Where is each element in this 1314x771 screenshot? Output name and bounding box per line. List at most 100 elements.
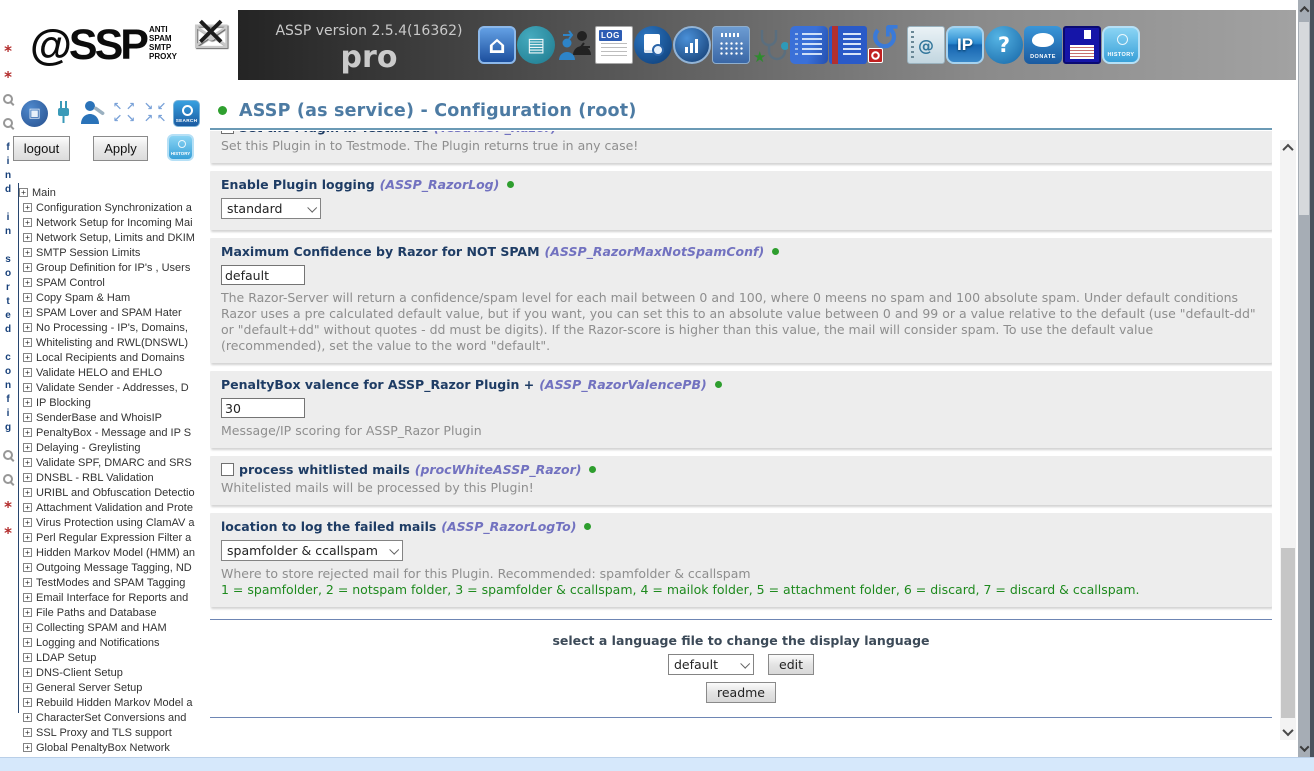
search-document-icon[interactable] xyxy=(634,26,672,64)
help-icon[interactable]: ? xyxy=(985,26,1023,64)
expand-icon[interactable] xyxy=(23,638,32,647)
sidebar-item[interactable]: Network Setup, Limits and DKIM xyxy=(19,230,210,245)
restart-icon[interactable] xyxy=(868,26,906,64)
expand-icon[interactable] xyxy=(23,698,32,707)
sidebar-item[interactable]: Validate HELO and EHLO xyxy=(19,365,210,380)
edit-button[interactable]: edit xyxy=(768,654,814,675)
sidebar-item[interactable]: LDAP Setup xyxy=(19,650,210,665)
sidebar-item[interactable]: Main xyxy=(19,185,210,200)
virtual-keyboard-icon[interactable] xyxy=(712,26,750,64)
sidebar-item[interactable]: SenderBase and WhoisIP xyxy=(19,410,210,425)
penaltybox-valence-input[interactable] xyxy=(221,398,305,418)
expand-icon[interactable] xyxy=(23,413,32,422)
sidebar-item[interactable]: Rebuild Hidden Markov Model a xyxy=(19,695,210,710)
expand-icon[interactable] xyxy=(23,593,32,602)
sidebar-item[interactable]: DNSBL - RBL Validation xyxy=(19,470,210,485)
expand-icon[interactable] xyxy=(23,518,32,527)
expand-icon[interactable] xyxy=(23,218,32,227)
expand-all-icon[interactable] xyxy=(111,101,137,127)
expand-icon[interactable] xyxy=(23,233,32,242)
sidebar-item[interactable]: IP Blocking xyxy=(19,395,210,410)
sidebar-item[interactable]: SPAM Lover and SPAM Hater xyxy=(19,305,210,320)
sidebar-item[interactable]: Configuration Synchronization a xyxy=(19,200,210,215)
sidebar-item[interactable]: Hidden Markov Model (HMM) an xyxy=(19,545,210,560)
pin-icon[interactable] xyxy=(4,498,12,510)
sidebar-item[interactable]: Virus Protection using ClamAV a xyxy=(19,515,210,530)
expand-icon[interactable] xyxy=(23,533,32,542)
ip-info-icon[interactable]: IP xyxy=(946,26,984,64)
expand-icon[interactable] xyxy=(23,608,32,617)
expand-icon[interactable] xyxy=(23,443,32,452)
testmode-checkbox[interactable] xyxy=(221,131,234,134)
process-whitelisted-checkbox[interactable] xyxy=(221,463,234,476)
sidebar-item[interactable]: Validate Sender - Addresses, D xyxy=(19,380,210,395)
readme-button[interactable]: readme xyxy=(706,682,776,703)
expand-icon[interactable] xyxy=(23,728,32,737)
log-file-icon[interactable]: LOG xyxy=(595,26,633,64)
notebook-blue-icon[interactable] xyxy=(790,26,828,64)
expand-icon[interactable] xyxy=(23,398,32,407)
scroll-up-arrow[interactable] xyxy=(1280,140,1296,156)
expand-icon[interactable] xyxy=(23,743,32,752)
magnifier-icon[interactable] xyxy=(3,450,13,460)
sidebar-item[interactable]: Delaying - Greylisting xyxy=(19,440,210,455)
expand-icon[interactable] xyxy=(23,353,32,362)
notes-icon[interactable] xyxy=(517,26,555,64)
content-scrollbar-thumb[interactable] xyxy=(1281,548,1295,718)
expand-icon[interactable] xyxy=(23,548,32,557)
pin-icon[interactable] xyxy=(4,42,12,54)
sidebar-item[interactable]: CharacterSet Conversions and xyxy=(19,710,210,725)
sidebar-item[interactable]: SSL Proxy and TLS support xyxy=(19,725,210,740)
window-scroll-up-arrow[interactable] xyxy=(1298,2,1310,16)
sidebar-item[interactable]: Global PenaltyBox Network xyxy=(19,740,210,755)
expand-icon[interactable] xyxy=(23,503,32,512)
magnifier-icon[interactable] xyxy=(3,474,13,484)
expand-icon[interactable] xyxy=(23,308,32,317)
sidebar-item[interactable]: File Paths and Database xyxy=(19,605,210,620)
logout-button[interactable]: logout xyxy=(13,136,70,161)
max-confidence-input[interactable] xyxy=(221,265,305,285)
sidebar-item[interactable]: Attachment Validation and Prote xyxy=(19,500,210,515)
expand-icon[interactable] xyxy=(23,428,32,437)
user-transfer-icon[interactable] xyxy=(556,26,594,64)
sidebar-item[interactable]: TestModes and SPAM Tagging xyxy=(19,575,210,590)
sidebar-item[interactable]: Collecting SPAM and HAM xyxy=(19,620,210,635)
plugin-logging-select[interactable]: standard xyxy=(221,198,321,219)
health-check-icon[interactable]: ★ xyxy=(751,26,789,64)
sidebar-item[interactable]: Perl Regular Expression Filter a xyxy=(19,530,210,545)
language-select[interactable]: default xyxy=(668,654,754,675)
statistics-globe-icon[interactable] xyxy=(673,26,711,64)
window-scroll-down-arrow[interactable] xyxy=(1298,741,1310,755)
sidebar-item[interactable]: Whitelisting and RWL(DNSWL) xyxy=(19,335,210,350)
sidebar-item[interactable]: Copy Spam & Ham xyxy=(19,290,210,305)
search-button[interactable]: SEARCH xyxy=(173,100,200,127)
sidebar-item[interactable]: Logging and Notifications xyxy=(19,635,210,650)
window-scrollbar[interactable] xyxy=(1298,0,1310,757)
sidebar-item[interactable]: SMTP Session Limits xyxy=(19,245,210,260)
expand-icon[interactable] xyxy=(23,203,32,212)
sidebar-item[interactable]: URIBL and Obfuscation Detectio xyxy=(19,485,210,500)
donate-icon[interactable]: DONATE xyxy=(1024,26,1062,64)
expand-icon[interactable] xyxy=(23,323,32,332)
content-scrollbar[interactable] xyxy=(1280,140,1296,740)
magnifier-icon[interactable] xyxy=(3,94,13,104)
history-icon[interactable]: HISTORY xyxy=(1102,26,1140,64)
log-location-select[interactable]: spamfolder & ccallspam xyxy=(221,540,403,561)
config-sync-icon[interactable] xyxy=(21,100,48,127)
sidebar-item[interactable]: Local Recipients and Domains xyxy=(19,350,210,365)
expand-icon[interactable] xyxy=(23,368,32,377)
expand-icon[interactable] xyxy=(23,293,32,302)
sidebar-item[interactable]: Email Interface for Reports and xyxy=(19,590,210,605)
magnifier-icon[interactable] xyxy=(3,118,13,128)
expand-icon[interactable] xyxy=(23,248,32,257)
expand-icon[interactable] xyxy=(23,263,32,272)
expand-icon[interactable] xyxy=(23,713,32,722)
collapse-all-icon[interactable] xyxy=(142,101,168,127)
notebook-red-icon[interactable] xyxy=(829,26,867,64)
pin-icon[interactable] xyxy=(4,68,12,80)
expand-icon[interactable] xyxy=(23,653,32,662)
address-book-icon[interactable] xyxy=(907,26,945,64)
sidebar-item[interactable]: Group Definition for IP's , Users xyxy=(19,260,210,275)
expand-icon[interactable] xyxy=(23,668,32,677)
history-small-icon[interactable]: HISTORY xyxy=(167,134,194,161)
